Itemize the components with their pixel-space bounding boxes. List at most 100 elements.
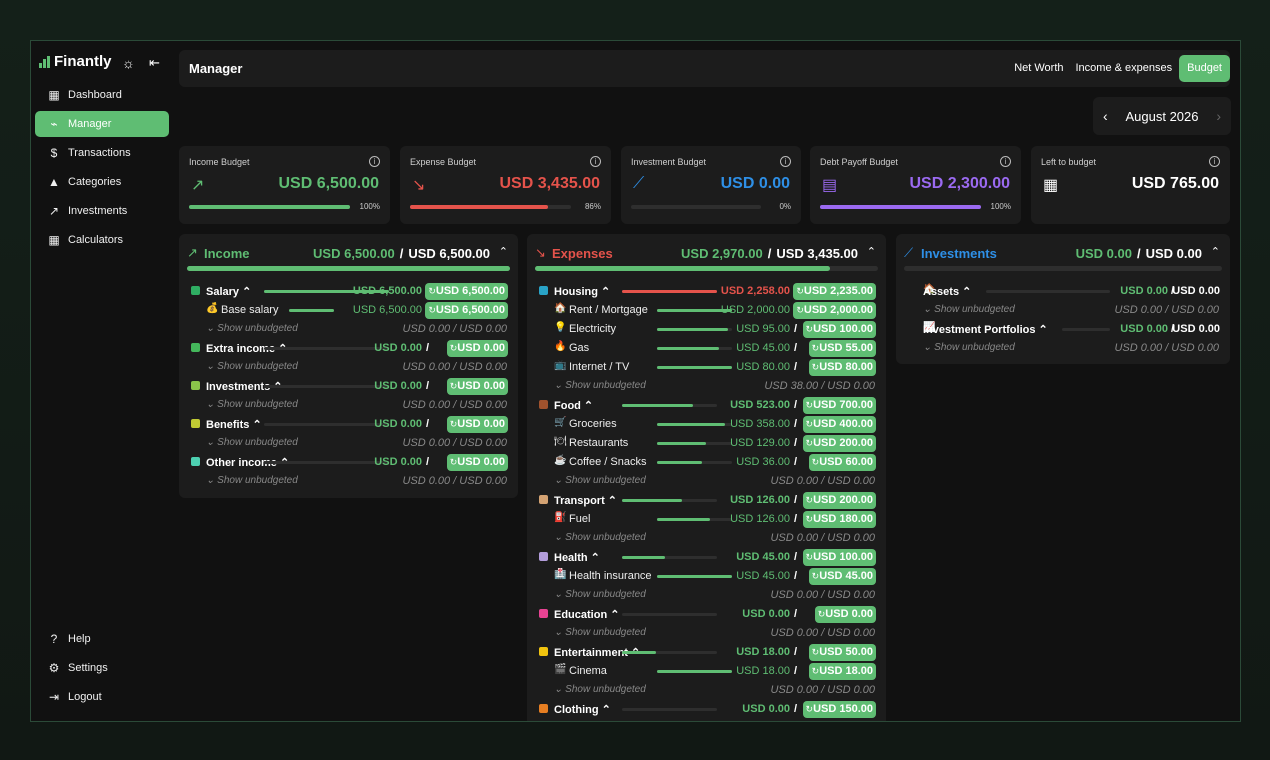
budget-pill[interactable]: ↻USD 2,235.00 [793, 283, 876, 300]
budget-pill[interactable]: ↻USD 100.00 [802, 549, 876, 566]
panel-progress-fill [535, 266, 830, 271]
sidebar-item-categories[interactable]: ▲ Categories [35, 169, 169, 195]
spent-amount: USD 126.00 [730, 513, 790, 525]
category-name[interactable]: Clothing ⌃ [554, 703, 611, 716]
info-icon[interactable]: i [1000, 156, 1011, 167]
progress-fill [189, 205, 350, 209]
budget-card: Income Budget i ↗ USD 6,500.00 100% [179, 146, 390, 224]
category-name[interactable]: Health ⌃ [554, 551, 600, 564]
sidebar-item-manager[interactable]: ⌁ Manager [35, 111, 169, 137]
collapse-panel-icon[interactable]: ⌃ [867, 245, 876, 258]
budget-pill[interactable]: ↻USD 55.00 [808, 340, 876, 357]
rollover-icon: ↻ [796, 286, 804, 296]
tab-income-expenses[interactable]: Income & expenses [1071, 55, 1178, 82]
budget-pill[interactable]: ↻USD 0.00 [446, 454, 508, 471]
show-unbudgeted-row: ⌄ Show unbudgeted USD 38.00 / USD 0.00 [527, 377, 886, 396]
show-unbudgeted-row: ⌄ Show unbudgeted USD 0.00 / USD 0.00 [179, 320, 518, 339]
budget-pill[interactable]: ↻USD 0.00 [446, 340, 508, 357]
show-unbudgeted-toggle[interactable]: ⌄ Show unbudgeted [206, 323, 298, 334]
sidebar-item-label: Categories [68, 176, 122, 188]
rollover-icon: ↻ [805, 552, 814, 562]
sidebar-item-settings[interactable]: ⚙ Settings [35, 655, 169, 681]
progress-bar [631, 205, 761, 209]
sidebar-item-transactions[interactable]: $ Transactions [35, 140, 169, 166]
category-name[interactable]: Salary ⌃ [206, 285, 251, 298]
show-unbudgeted-toggle[interactable]: ⌄ Show unbudgeted [923, 342, 1015, 353]
info-icon[interactable]: i [590, 156, 601, 167]
unbudgeted-amount: USD 0.00 / USD 0.00 [402, 475, 507, 487]
sidebar-item-calculators[interactable]: ▦ Calculators [35, 227, 169, 253]
next-month-button[interactable]: › [1216, 108, 1221, 124]
info-icon[interactable]: i [1209, 156, 1220, 167]
budget-pill[interactable]: ↻USD 700.00 [802, 397, 876, 414]
budget-pill[interactable]: ↻USD 6,500.00 [425, 302, 508, 319]
categories-icon: ▲ [48, 175, 60, 189]
budget-pill[interactable]: ↻USD 45.00 [808, 568, 876, 585]
unbudgeted-amount: USD 0.00 / USD 0.00 [770, 475, 875, 487]
panel-total: USD 6,500.00 / USD 6,500.00 [313, 246, 490, 261]
tab-net-worth[interactable]: Net Worth [1009, 55, 1068, 82]
show-unbudgeted-row: ⌄ Show unbudgeted USD 0.00 / USD 0.00 [179, 396, 518, 415]
budget-pill[interactable]: ↻USD 60.00 [808, 454, 876, 471]
category-name[interactable]: Housing ⌃ [554, 285, 610, 298]
show-unbudgeted-toggle[interactable]: ⌄ Show unbudgeted [554, 532, 646, 543]
category-name[interactable]: Benefits ⌃ [206, 418, 262, 431]
subcategory-icon: 📺 [554, 360, 567, 371]
category-name[interactable]: Education ⌃ [554, 608, 619, 621]
category-name[interactable]: Food ⌃ [554, 399, 593, 412]
budget-amount: USD 0.00 [457, 342, 505, 354]
subcategory-row: 🏠Rent / MortgageUSD 2,000.00/↻USD 2,000.… [527, 301, 886, 320]
spent-amount: USD 18.00 [736, 665, 790, 677]
category-name[interactable]: Assets ⌃ [923, 285, 971, 298]
sidebar-item-investments[interactable]: ↗ Investments [35, 198, 169, 224]
show-unbudgeted-toggle[interactable]: ⌄ Show unbudgeted [206, 437, 298, 448]
show-unbudgeted-toggle[interactable]: ⌄ Show unbudgeted [554, 684, 646, 695]
unbudgeted-amount: USD 38.00 / USD 0.00 [764, 380, 875, 392]
show-unbudgeted-toggle[interactable]: ⌄ Show unbudgeted [554, 627, 646, 638]
progress-bar [189, 205, 350, 209]
show-unbudgeted-toggle[interactable]: ⌄ Show unbudgeted [206, 361, 298, 372]
collapse-panel-icon[interactable]: ⌃ [499, 245, 508, 258]
budget-pill[interactable]: ↻USD 0.00 [446, 416, 508, 433]
budget-pill[interactable]: ↻USD 150.00 [802, 701, 876, 718]
subcategory-icon: 🍽 [554, 436, 567, 447]
budget-pill[interactable]: ↻USD 2,000.00 [793, 302, 876, 319]
budget-pill[interactable]: ↻USD 0.00 [446, 378, 508, 395]
row-progress-bar [622, 708, 717, 711]
show-unbudgeted-toggle[interactable]: ⌄ Show unbudgeted [554, 589, 646, 600]
budget-pill[interactable]: ↻USD 200.00 [802, 492, 876, 509]
budget-pill[interactable]: ↻USD 50.00 [808, 644, 876, 661]
collapse-sidebar-icon[interactable]: ⇤ [149, 55, 160, 71]
budget-pill[interactable]: ↻USD 18.00 [808, 663, 876, 680]
budget-pill[interactable]: ↻USD 100.00 [802, 321, 876, 338]
show-unbudgeted-toggle[interactable]: ⌄ Show unbudgeted [206, 475, 298, 486]
budget-pill[interactable]: ↻USD 80.00 [808, 359, 876, 376]
budget-pill[interactable]: ↻USD 0.00 [814, 606, 876, 623]
amount-separator: / [793, 551, 797, 563]
investments-panel: ⟋ Investments USD 0.00/USD 0.00 ⌃ 🏠 Assets ⌃ U… [896, 234, 1230, 364]
budget-pill[interactable]: ↻USD 6,500.00 [425, 283, 508, 300]
tab-budget[interactable]: Budget [1179, 55, 1230, 82]
budget-pill[interactable]: ↻USD 200.00 [802, 435, 876, 452]
collapse-panel-icon[interactable]: ⌃ [1211, 245, 1220, 258]
info-icon[interactable]: i [780, 156, 791, 167]
category-name[interactable]: Transport ⌃ [554, 494, 617, 507]
amount-separator: / [793, 437, 797, 449]
category-name[interactable]: Investment Portfolios ⌃ [923, 323, 1048, 336]
info-icon[interactable]: i [369, 156, 380, 167]
theme-toggle-icon[interactable]: ☼ [122, 55, 135, 71]
prev-month-button[interactable]: ‹ [1103, 108, 1108, 124]
show-unbudgeted-toggle[interactable]: ⌄ Show unbudgeted [554, 380, 646, 391]
sidebar-item-logout[interactable]: ⇥ Logout [35, 684, 169, 710]
panel-title: Expenses [552, 246, 613, 261]
budget-pill[interactable]: ↻USD 180.00 [802, 511, 876, 528]
show-unbudgeted-toggle[interactable]: ⌄ Show unbudgeted [206, 399, 298, 410]
sidebar-item-help[interactable]: ? Help [35, 626, 169, 652]
sidebar: Finantly ☼ ⇤ ▦ Dashboard ⌁ Manager $ Transact… [31, 41, 176, 721]
budget-pill[interactable]: ↻USD 400.00 [802, 416, 876, 433]
show-unbudgeted-toggle[interactable]: ⌄ Show unbudgeted [554, 475, 646, 486]
sidebar-item-dashboard[interactable]: ▦ Dashboard [35, 82, 169, 108]
unbudgeted-amount: USD 0.00 / USD 0.00 [402, 323, 507, 335]
show-unbudgeted-toggle[interactable]: ⌄ Show unbudgeted [923, 304, 1015, 315]
progress-percent: 100% [359, 202, 380, 211]
